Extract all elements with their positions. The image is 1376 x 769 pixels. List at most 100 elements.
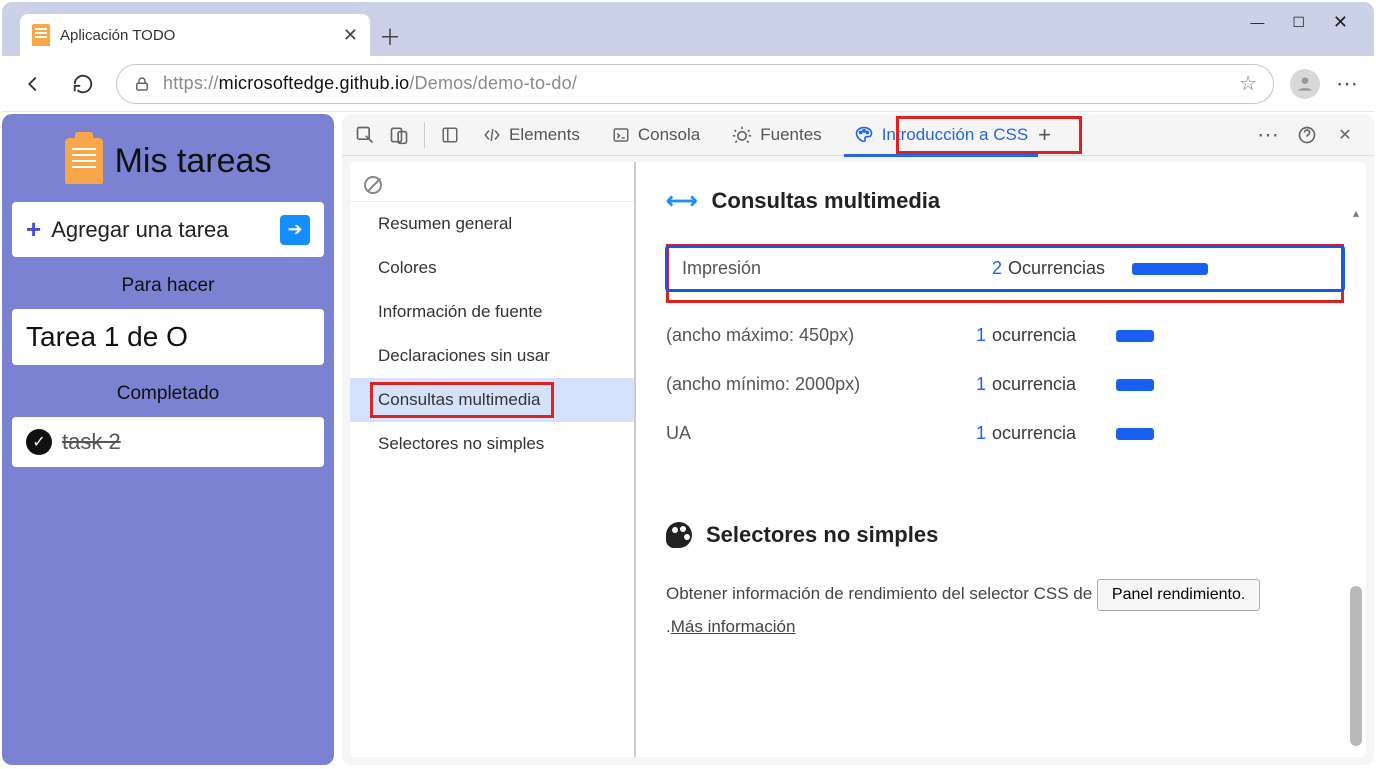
devtools-more-button[interactable]: ⋯ — [1254, 120, 1284, 150]
heading-text: Consultas multimedia — [712, 188, 941, 214]
tab-label: Introducción a CSS — [882, 125, 1028, 145]
devtools-close-button[interactable]: ✕ — [1330, 120, 1360, 150]
complex-selectors-text: Obtener información de rendimiento del s… — [666, 578, 1344, 643]
performance-panel-button[interactable]: Panel rendimiento. — [1097, 579, 1260, 611]
mq-occurrence-label: Ocurrencias — [1008, 258, 1108, 279]
app-header: Mis tareas — [12, 124, 324, 190]
mq-label: (ancho mínimo: 2000px) — [666, 374, 966, 395]
tab-elements[interactable]: Elements — [469, 114, 594, 156]
profile-avatar[interactable] — [1290, 69, 1320, 99]
scrollbar[interactable]: ▴ — [1348, 206, 1364, 749]
mq-count: 1 — [966, 325, 986, 346]
maximize-button[interactable]: ☐ — [1292, 14, 1305, 31]
sidebar-item-font[interactable]: Información de fuente — [350, 290, 634, 334]
more-info-link[interactable]: Más información — [671, 617, 796, 636]
refresh-button[interactable] — [66, 67, 100, 101]
mq-bar — [1116, 428, 1154, 440]
browser-toolbar: https://microsoftedge.github.io/Demos/de… — [2, 56, 1374, 112]
mq-bar — [1116, 379, 1154, 391]
tab-css-overview[interactable]: Introducción a CSS — [840, 114, 1042, 156]
task-text: Tarea 1 de O — [26, 321, 188, 353]
sidebar-item-media-queries[interactable]: Consultas multimedia — [350, 378, 634, 422]
callout-box: Impresión 2 Ocurrencias — [666, 244, 1344, 303]
media-queries-heading: ⟷ Consultas multimedia — [666, 188, 1344, 214]
mq-bar — [1132, 263, 1208, 275]
check-icon: ✓ — [26, 429, 52, 455]
minimize-button[interactable]: — — [1250, 14, 1264, 30]
completed-task-item[interactable]: ✓ task 2 — [12, 417, 324, 467]
address-bar[interactable]: https://microsoftedge.github.io/Demos/de… — [116, 64, 1274, 104]
code-icon — [483, 126, 501, 144]
add-task-input[interactable]: + Agregar una tarea ➔ — [12, 202, 324, 257]
media-query-row[interactable]: Impresión 2 Ocurrencias — [665, 245, 1345, 292]
favorite-star-icon[interactable]: ☆ — [1239, 71, 1257, 96]
mq-label: Impresión — [682, 258, 982, 279]
tab-sources[interactable]: Fuentes — [718, 114, 835, 156]
sidebar-item-colors[interactable]: Colores — [350, 246, 634, 290]
css-overview-sidebar: Resumen general Colores Información de f… — [350, 162, 636, 757]
css-overview-main: ⟷ Consultas multimedia Impresión 2 Ocurr… — [636, 162, 1366, 757]
browser-tab[interactable]: Aplicación TODO ✕ — [20, 14, 370, 56]
url-text: https://microsoftedge.github.io/Demos/de… — [163, 73, 577, 94]
console-icon — [612, 126, 630, 144]
todo-app-panel: Mis tareas + Agregar una tarea ➔ Para ha… — [2, 114, 334, 765]
palette-icon — [666, 522, 692, 548]
tab-label: Fuentes — [760, 125, 821, 145]
mq-count: 1 — [966, 374, 986, 395]
submit-task-button[interactable]: ➔ — [280, 215, 310, 245]
help-icon[interactable] — [1292, 120, 1322, 150]
add-task-label: Agregar una tarea — [51, 217, 228, 243]
inspect-element-icon[interactable] — [350, 120, 380, 150]
sidebar-item-overview[interactable]: Resumen general — [350, 202, 634, 246]
tab-title: Aplicación TODO — [60, 27, 175, 44]
mq-bar — [1116, 330, 1154, 342]
mq-occurrence-label: ocurrencia — [992, 325, 1092, 346]
device-toggle-icon[interactable] — [384, 120, 414, 150]
devtools-body: Resumen general Colores Información de f… — [350, 162, 1366, 757]
task-item[interactable]: Tarea 1 de O — [12, 309, 324, 365]
completed-task-text: task 2 — [62, 429, 121, 455]
back-button[interactable] — [16, 67, 50, 101]
page-favicon-icon — [32, 24, 50, 46]
browser-menu-button[interactable]: ⋯ — [1336, 71, 1360, 97]
done-section-heading: Completado — [12, 383, 324, 405]
tab-console[interactable]: Consola — [598, 114, 714, 156]
media-query-row[interactable]: (ancho mínimo: 2000px) 1 ocurrencia — [666, 360, 1344, 409]
sidebar-clear-button[interactable] — [350, 168, 634, 202]
app-title: Mis tareas — [115, 142, 272, 181]
tab-label: Elements — [509, 125, 580, 145]
divider — [424, 122, 425, 148]
ban-icon — [364, 176, 382, 194]
sidebar-item-complex-selectors[interactable]: Selectores no simples — [350, 422, 634, 466]
scroll-thumb[interactable] — [1350, 586, 1362, 746]
sidebar-item-unused[interactable]: Declaraciones sin usar — [350, 334, 634, 378]
mq-occurrence-label: ocurrencia — [992, 374, 1092, 395]
complex-selectors-heading: Selectores no simples — [666, 522, 1344, 548]
clipboard-icon — [65, 138, 103, 184]
dock-side-icon[interactable] — [435, 120, 465, 150]
plus-icon: + — [26, 214, 41, 245]
devtools-tab-bar: Elements Consola Fuentes Introducción a … — [342, 114, 1374, 156]
window-controls: — ☐ ✕ — [1250, 2, 1376, 42]
mq-label: (ancho máximo: 450px) — [666, 325, 966, 346]
devtools-panel: Elements Consola Fuentes Introducción a … — [342, 114, 1374, 765]
todo-section-heading: Para hacer — [12, 275, 324, 297]
sidebar-item-label: Consultas multimedia — [378, 390, 541, 409]
lock-icon — [133, 75, 151, 93]
close-window-button[interactable]: ✕ — [1333, 12, 1348, 33]
tab-close-button[interactable]: ✕ — [343, 25, 358, 46]
browser-tabstrip: Aplicación TODO ✕ ＋ — [2, 2, 1374, 56]
mq-count: 1 — [966, 423, 986, 444]
mq-label: UA — [666, 423, 966, 444]
bug-icon — [732, 125, 752, 145]
media-query-row[interactable]: UA 1 ocurrencia — [666, 409, 1344, 458]
paint-icon — [854, 125, 874, 145]
scroll-up-icon[interactable]: ▴ — [1348, 206, 1364, 220]
heading-text: Selectores no simples — [706, 522, 938, 548]
mq-count: 2 — [982, 258, 1002, 279]
page-content: Mis tareas + Agregar una tarea ➔ Para ha… — [2, 114, 1374, 765]
tab-label: Consola — [638, 125, 700, 145]
mq-occurrence-label: ocurrencia — [992, 423, 1092, 444]
new-tab-button[interactable]: ＋ — [370, 16, 410, 56]
media-query-row[interactable]: (ancho máximo: 450px) 1 ocurrencia — [666, 311, 1344, 360]
